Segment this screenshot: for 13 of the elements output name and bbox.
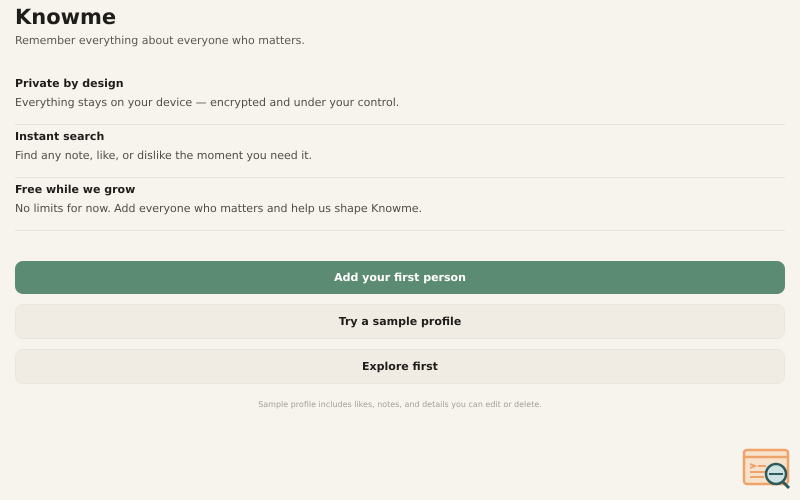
- feature-title: Free while we grow: [15, 183, 136, 197]
- primary-button[interactable]: Add your first person: [15, 261, 785, 294]
- feature-description: Everything stays on your device — encrypted and under your control.: [15, 96, 400, 110]
- footnote-text: Sample profile includes likes, notes, and details you can edit or delete.: [257, 400, 543, 409]
- secondary-button[interactable]: Explore first: [15, 349, 785, 384]
- browser-search-icon[interactable]: [742, 446, 792, 490]
- app-tagline: Remember everything about everyone who matters.: [15, 34, 306, 48]
- app-title: Knowme: [15, 5, 118, 29]
- feature-title: Private by design: [15, 77, 125, 91]
- feature-title: Instant search: [15, 130, 106, 144]
- feature-description: No limits for now. Add everyone who matters and help us shape Knowme.: [15, 202, 424, 216]
- feature-description: Find any note, like, or dislike the moment you need it.: [15, 149, 314, 163]
- secondary-button[interactable]: Try a sample profile: [15, 304, 785, 339]
